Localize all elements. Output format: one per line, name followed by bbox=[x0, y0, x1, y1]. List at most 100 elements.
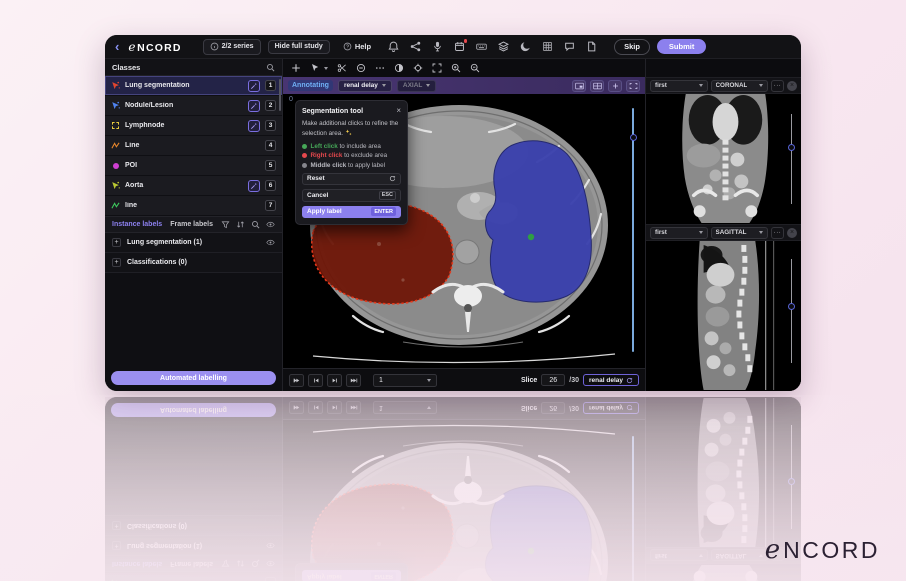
classes-title: Classes bbox=[112, 63, 140, 72]
coronal-viewport[interactable] bbox=[646, 94, 801, 224]
layout-pip-icon[interactable] bbox=[572, 80, 586, 92]
auto-segment-wand-button[interactable] bbox=[248, 80, 260, 92]
microphone-icon[interactable] bbox=[432, 41, 443, 52]
coronal-plane-select[interactable]: CORONAL bbox=[711, 80, 769, 92]
hide-full-study-button[interactable]: Hide full study bbox=[268, 40, 330, 54]
class-item-lymphnode[interactable]: Lymphnode 3 bbox=[105, 116, 282, 135]
class-item-aorta[interactable]: Aorta 6 bbox=[105, 176, 282, 195]
automated-labelling-button[interactable]: Automated labelling bbox=[111, 371, 276, 385]
layout-grid-icon[interactable] bbox=[590, 80, 604, 92]
question-icon bbox=[343, 42, 352, 51]
more-icon[interactable] bbox=[375, 63, 385, 73]
submit-button[interactable]: Submit bbox=[657, 39, 706, 54]
crosshair-icon[interactable] bbox=[413, 63, 423, 73]
popup-instructions: Make additional clicks to refine the sel… bbox=[302, 119, 401, 139]
plane-select-value: AXIAL bbox=[403, 82, 423, 89]
cancel-button[interactable]: Cancel ESC bbox=[302, 189, 401, 202]
more-icon[interactable]: ··· bbox=[771, 80, 784, 92]
expand-icon[interactable]: + bbox=[112, 238, 121, 247]
sagittal-plane-select[interactable]: SAGITTAL bbox=[711, 227, 769, 239]
step-back-button[interactable] bbox=[308, 374, 323, 387]
instance-group-lung-segmentation[interactable]: + Lung segmentation (1) bbox=[105, 233, 282, 253]
slice-slider-track[interactable] bbox=[632, 108, 635, 352]
tab-frame-labels[interactable]: Frame labels bbox=[170, 221, 213, 228]
remove-circle-icon[interactable] bbox=[356, 63, 366, 73]
sagittal-view-header: first SAGITTAL ··· × bbox=[646, 224, 801, 241]
labels-tabs: Instance labels Frame labels bbox=[105, 216, 282, 233]
green-dot-icon bbox=[302, 144, 307, 149]
layers-icon[interactable] bbox=[498, 41, 509, 52]
contrast-icon[interactable] bbox=[394, 63, 404, 73]
auto-segment-wand-button[interactable] bbox=[248, 180, 260, 192]
sagittal-slider-handle[interactable] bbox=[788, 303, 795, 310]
class-item-line[interactable]: Line 4 bbox=[105, 136, 282, 155]
zoom-out-icon[interactable] bbox=[470, 63, 480, 73]
plane-select[interactable]: AXIAL bbox=[397, 80, 437, 92]
step-forward-button[interactable] bbox=[327, 374, 342, 387]
skip-button[interactable]: Skip bbox=[614, 39, 650, 55]
auto-segment-wand-button[interactable] bbox=[248, 100, 260, 112]
scrollbar-thumb[interactable] bbox=[279, 79, 282, 111]
document-icon[interactable] bbox=[586, 41, 597, 52]
slice-slider-handle[interactable] bbox=[630, 134, 637, 141]
scissors-icon[interactable] bbox=[337, 63, 347, 73]
class-item-line-lower[interactable]: line 7 bbox=[105, 196, 282, 215]
skip-to-end-button[interactable] bbox=[346, 374, 361, 387]
more-icon[interactable]: ··· bbox=[771, 227, 784, 239]
auto-segment-wand-button[interactable] bbox=[248, 120, 260, 132]
calendar-icon[interactable] bbox=[454, 41, 465, 52]
frame-select[interactable]: 1 bbox=[373, 374, 437, 387]
sparkles-icon bbox=[345, 129, 352, 136]
slice-number-input[interactable] bbox=[541, 374, 565, 386]
axial-viewport[interactable]: 0 Segmentation tool × Make additional cl… bbox=[283, 94, 645, 368]
coronal-slider-handle[interactable] bbox=[788, 144, 795, 151]
close-icon[interactable]: × bbox=[787, 228, 797, 238]
keyboard-icon[interactable] bbox=[476, 41, 487, 52]
cursor-tool-icon[interactable] bbox=[310, 59, 328, 77]
series-select[interactable]: renal delay bbox=[338, 80, 392, 92]
search-icon[interactable] bbox=[266, 63, 275, 72]
seed-point bbox=[528, 234, 534, 240]
coronal-ct-image[interactable] bbox=[646, 94, 801, 223]
share-icon[interactable] bbox=[410, 41, 421, 52]
expand-icon[interactable]: + bbox=[112, 258, 121, 267]
apply-label-button[interactable]: Apply label ENTER bbox=[302, 206, 401, 219]
sort-icon[interactable] bbox=[236, 220, 245, 229]
tab-instance-labels[interactable]: Instance labels bbox=[112, 221, 162, 228]
class-item-poi[interactable]: POI 5 bbox=[105, 156, 282, 175]
zoom-in-icon[interactable] bbox=[451, 63, 461, 73]
help-button[interactable]: Help bbox=[343, 42, 371, 51]
aorta bbox=[455, 240, 479, 264]
class-item-nodule-lesion[interactable]: Nodule/Lesion 2 bbox=[105, 96, 282, 115]
sagittal-series-select[interactable]: first bbox=[650, 227, 708, 239]
reset-button[interactable]: Reset bbox=[302, 173, 401, 186]
skip-to-start-button[interactable] bbox=[289, 374, 304, 387]
back-button[interactable]: ‹ bbox=[115, 40, 119, 53]
pan-plus-icon[interactable] bbox=[291, 63, 301, 73]
dark-mode-moon-icon[interactable] bbox=[520, 41, 531, 52]
polyline-icon bbox=[111, 141, 120, 150]
fullscreen-icon[interactable] bbox=[432, 63, 442, 73]
coronal-slider-track[interactable] bbox=[791, 114, 792, 204]
sagittal-slider-track[interactable] bbox=[791, 259, 792, 363]
expand-icon[interactable] bbox=[626, 80, 640, 92]
sagittal-viewport[interactable] bbox=[646, 241, 801, 391]
filter-icon[interactable] bbox=[221, 220, 230, 229]
close-icon[interactable]: × bbox=[787, 81, 797, 91]
close-icon[interactable]: × bbox=[396, 107, 401, 115]
eye-icon[interactable] bbox=[266, 238, 275, 247]
classifications-group[interactable]: + Classifications (0) bbox=[105, 253, 282, 273]
class-item-lung-segmentation[interactable]: Lung segmentation 1 bbox=[105, 76, 282, 95]
eye-icon[interactable] bbox=[266, 220, 275, 229]
search-icon[interactable] bbox=[251, 220, 260, 229]
logo-e: e bbox=[128, 40, 136, 54]
series-badge[interactable]: renal delay bbox=[583, 374, 639, 386]
series-badge-label: renal delay bbox=[589, 377, 623, 384]
grid-icon[interactable] bbox=[542, 41, 553, 52]
series-count-pill[interactable]: 2/2 series bbox=[203, 39, 261, 55]
coronal-series-select[interactable]: first bbox=[650, 80, 708, 92]
sagittal-ct-image[interactable] bbox=[646, 241, 801, 390]
chat-icon[interactable] bbox=[564, 41, 575, 52]
add-view-icon[interactable] bbox=[608, 80, 622, 92]
bell-icon[interactable] bbox=[388, 41, 399, 52]
